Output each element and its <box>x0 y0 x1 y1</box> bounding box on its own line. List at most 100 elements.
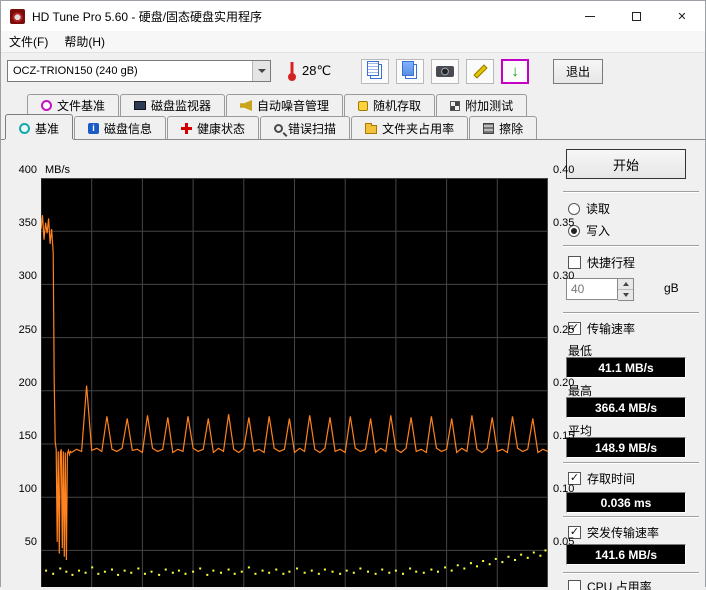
close-button[interactable]: ✕ <box>659 1 705 31</box>
divider <box>563 516 699 518</box>
tab-folder-usage[interactable]: 文件夹占用率 <box>351 116 469 139</box>
axis-tick-label: 0.20 <box>553 376 575 389</box>
toolbar-buttons: ↓ <box>361 58 530 84</box>
tab-label: 自动噪音管理 <box>257 99 330 113</box>
divider <box>563 191 699 193</box>
temperature-indicator: 28℃ <box>287 60 331 82</box>
erase-icon <box>483 122 495 134</box>
axis-tick-label: 150 <box>18 430 37 442</box>
temperature-value: 28℃ <box>302 63 332 78</box>
tab-label: 健康状态 <box>197 121 246 136</box>
extra-tests-icon <box>450 100 461 111</box>
write-label: 写入 <box>586 224 611 238</box>
axis-tick-label: 50 <box>24 536 37 549</box>
axis-tick-label: 0.30 <box>553 270 575 283</box>
maximize-icon <box>631 11 641 21</box>
app-icon <box>10 8 25 24</box>
tab-erase[interactable]: 擦除 <box>469 116 538 139</box>
divider <box>563 462 699 464</box>
tab-random-access[interactable]: 随机存取 <box>344 94 436 116</box>
arrow-down-icon <box>622 293 629 297</box>
tab-label: 随机存取 <box>373 99 422 113</box>
checkbox-unchecked-icon <box>568 256 581 269</box>
access-time-label: 存取时间 <box>587 472 636 486</box>
axis-tick-label: 250 <box>18 323 37 336</box>
benchmark-icon <box>19 122 30 134</box>
stepper-up-button[interactable] <box>618 279 633 290</box>
tab-benchmark[interactable]: 基准 <box>5 114 74 139</box>
tab-label: 文件夹占用率 <box>382 121 455 136</box>
read-radio[interactable]: 读取 <box>568 200 610 217</box>
minimize-button[interactable] <box>567 1 613 31</box>
download-arrow-icon: ↓ <box>511 62 519 80</box>
radio-unselected-icon <box>568 202 580 215</box>
axis-tick-label: 0.10 <box>553 483 575 496</box>
screenshot-button[interactable] <box>431 58 460 84</box>
tab-extra-tests[interactable]: 附加测试 <box>436 94 528 116</box>
tab-label: 基准 <box>35 121 60 136</box>
exit-button[interactable]: 退出 <box>553 58 604 84</box>
toolbar: OCZ-TRION150 (240 gB) 28℃ ↓ 退出 <box>1 53 705 89</box>
close-icon: ✕ <box>677 10 687 23</box>
stepper-down-button[interactable] <box>618 290 633 300</box>
tab-aam[interactable]: 自动噪音管理 <box>226 94 344 116</box>
tab-disk-info[interactable]: 磁盘信息 <box>74 116 167 139</box>
drive-select-value: OCZ-TRION150 (240 gB) <box>13 65 138 77</box>
left-axis-unit-label: MB/s <box>45 164 71 176</box>
min-value: 41.1 MB/s <box>566 357 686 378</box>
axis-tick-label: 0.15 <box>553 430 575 442</box>
thermometer-icon <box>288 62 296 81</box>
speaker-icon <box>240 100 253 111</box>
divider <box>563 245 699 247</box>
tab-row-primary: 基准 磁盘信息 健康状态 错误扫描 文件夹占用率 擦除 <box>1 114 705 139</box>
menubar: 文件(F) 帮助(H) <box>1 31 705 53</box>
cpu-usage-label: CPU 占用率 <box>587 580 652 590</box>
tab-disk-monitor[interactable]: 磁盘监视器 <box>120 94 226 116</box>
short-stroke-label: 快捷行程 <box>587 256 636 270</box>
axis-tick-label: 0.35 <box>553 217 575 230</box>
file-benchmark-icon <box>41 100 52 111</box>
axis-tick-label: 0.25 <box>553 323 575 336</box>
benchmark-chart <box>41 178 548 587</box>
divider <box>563 572 699 574</box>
tab-row-secondary: 文件基准 磁盘监视器 自动噪音管理 随机存取 附加测试 <box>1 94 705 116</box>
magnifier-icon <box>274 124 284 133</box>
copy-image-button[interactable] <box>396 58 425 84</box>
axis-tick-label: 400 <box>18 164 37 176</box>
axis-tick-label: 350 <box>18 217 37 230</box>
minimize-icon <box>585 15 595 17</box>
maximize-button[interactable] <box>613 1 659 31</box>
burst-rate-label: 突发传输速率 <box>587 526 660 540</box>
menu-help[interactable]: 帮助(H) <box>56 31 113 52</box>
copy-text-button[interactable] <box>361 58 390 84</box>
short-stroke-checkbox[interactable]: 快捷行程 <box>568 254 635 271</box>
camera-icon <box>436 66 455 77</box>
window-title: HD Tune Pro 5.60 - 硬盘/固态硬盘实用程序 <box>32 9 263 24</box>
drive-select-dropdown-button[interactable] <box>252 61 270 81</box>
tab-label: 附加测试 <box>465 99 514 113</box>
tab-label: 磁盘监视器 <box>151 99 212 113</box>
copy-text-icon <box>366 60 379 76</box>
tab-error-scan[interactable]: 错误扫描 <box>260 116 351 139</box>
checkbox-unchecked-icon <box>568 580 581 590</box>
axis-tick-label: 100 <box>18 483 37 496</box>
titlebar: HD Tune Pro 5.60 - 硬盘/固态硬盘实用程序 ✕ <box>1 1 705 31</box>
window-controls: ✕ <box>567 1 705 31</box>
short-stroke-unit-label: gB <box>664 281 679 295</box>
tab-file-benchmark[interactable]: 文件基准 <box>27 94 120 116</box>
benchmark-panel: MB/s ms 开始 读取 写入 快捷行程 gB ✓ <box>1 139 705 590</box>
axis-tick-label: 0.05 <box>553 536 575 549</box>
cpu-usage-checkbox[interactable]: CPU 占用率 <box>568 578 652 590</box>
tab-label: 错误扫描 <box>288 121 337 136</box>
drive-select[interactable]: OCZ-TRION150 (240 gB) <box>7 60 271 82</box>
marker-button[interactable] <box>466 58 495 84</box>
health-cross-icon <box>181 122 193 134</box>
axis-tick-label: 0.40 <box>553 164 575 176</box>
copy-image-icon <box>401 60 414 76</box>
chevron-down-icon <box>257 69 266 73</box>
menu-file[interactable]: 文件(F) <box>1 31 56 52</box>
tab-label: 文件基准 <box>57 99 106 113</box>
export-button[interactable]: ↓ <box>501 58 530 84</box>
marker-icon <box>472 63 488 79</box>
tab-health[interactable]: 健康状态 <box>167 116 260 139</box>
